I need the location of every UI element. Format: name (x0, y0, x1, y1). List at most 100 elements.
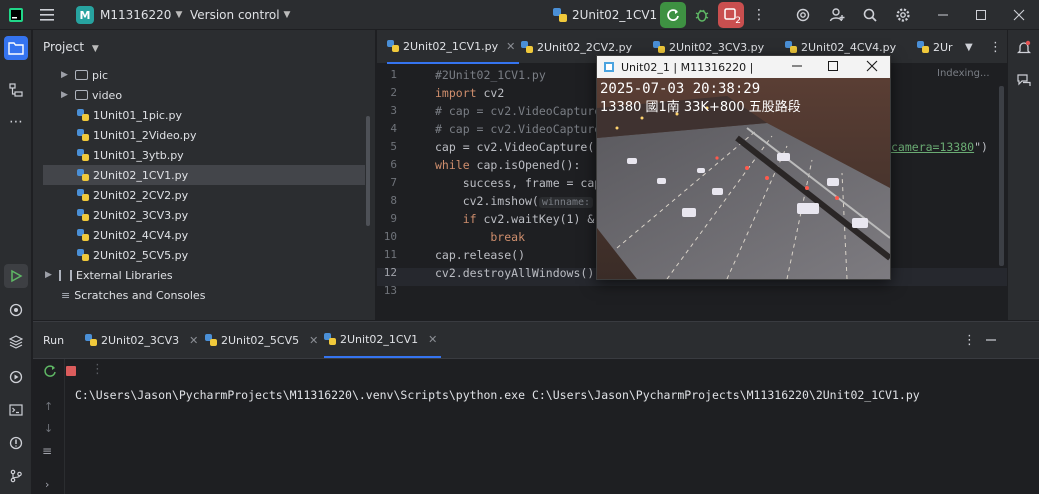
tree-file[interactable]: 2Unit02_2CV2.py (77, 185, 367, 205)
debug-tool-button[interactable] (4, 365, 28, 389)
python-file-icon (77, 168, 90, 182)
video-location-label: 13380 國1南 33K+800 五股路段 (600, 99, 801, 115)
project-panel: Project ▼ ▶ pic ▶ video 1Unit01_1pic.py … (33, 30, 375, 320)
vcs-menu[interactable]: Version control ▼ (190, 0, 290, 30)
app-logo-icon[interactable] (8, 0, 24, 30)
tree-item-label: video (92, 88, 123, 102)
console-output[interactable]: C:\Users\Jason\PycharmProjects\M11316220… (75, 388, 920, 402)
folder-icon (75, 70, 88, 80)
minimize-icon[interactable] (789, 58, 805, 74)
close-icon[interactable] (864, 58, 880, 74)
close-tab-icon[interactable]: ✕ (428, 333, 437, 346)
main-menu-icon[interactable] (40, 0, 54, 30)
git-tool-button[interactable] (4, 464, 28, 488)
left-tool-strip: ⋯ (0, 30, 32, 494)
python-file-icon (653, 40, 666, 54)
rerun-icon[interactable] (43, 364, 57, 381)
python-file-icon (205, 333, 218, 347)
video-window-titlebar[interactable]: Unit02_1 | M11316220 | (597, 56, 890, 78)
tree-file[interactable]: 2Unit02_3CV3.py (77, 205, 367, 225)
tree-file[interactable]: 1Unit01_2Video.py (77, 125, 367, 145)
close-icon[interactable] (1006, 2, 1032, 28)
problems-tool-button[interactable] (4, 431, 28, 455)
line-number: 4 (390, 122, 397, 135)
line-number: 3 (390, 104, 397, 117)
tab-2unit02-1cv1[interactable]: 2Unit02_1CV1.py ✕ (387, 30, 520, 64)
tree-file[interactable]: 2Unit02_4CV4.py (77, 225, 367, 245)
opencv-video-window[interactable]: Unit02_1 | M11316220 | 2025-07-03 20:38:… (596, 55, 891, 280)
project-panel-header[interactable]: Project ▼ (43, 40, 99, 54)
tree-folder-pic[interactable]: ▶ pic (61, 65, 361, 85)
project-badge: M (76, 6, 94, 24)
arrow-down-icon[interactable]: ↓ (44, 422, 53, 435)
rerun-button[interactable] (660, 2, 686, 28)
video-timestamp: 2025-07-03 20:38:29 (600, 81, 760, 97)
stop-button[interactable]: 2 (718, 2, 744, 28)
line-number: 10 (383, 230, 397, 243)
chevron-down-icon: ▼ (175, 10, 183, 20)
debug-button[interactable] (689, 2, 715, 28)
soft-wrap-icon[interactable]: ≡ (42, 444, 52, 458)
tree-file[interactable]: 1Unit01_1pic.py (77, 105, 367, 125)
more-options-icon[interactable]: ⋮ (963, 322, 976, 358)
notifications-icon[interactable] (1012, 36, 1036, 60)
tree-folder-video[interactable]: ▶ video (61, 85, 361, 105)
ai-assistant-icon[interactable] (790, 2, 816, 28)
run-tab-1cv1[interactable]: 2Unit02_1CV1 ✕ (324, 322, 442, 358)
close-tab-icon[interactable]: ✕ (506, 40, 515, 53)
ai-chat-icon[interactable] (1012, 68, 1036, 92)
tab-2unit02-5cv5-truncated[interactable]: 2Ur (917, 30, 953, 64)
chevron-right-icon[interactable]: › (45, 478, 49, 491)
tree-file[interactable]: 1Unit01_3ytb.py (77, 145, 367, 165)
highway-camera-image: 2025-07-03 20:38:29 13380 國1南 33K+800 五股… (597, 78, 890, 279)
tree-external-libraries[interactable]: ▶ External Libraries (45, 265, 365, 285)
structure-tool-button[interactable] (4, 78, 28, 102)
maximize-icon[interactable] (968, 2, 994, 28)
tree-item-label: External Libraries (76, 268, 173, 282)
run-tab-5cv5[interactable]: 2Unit02_5CV5 ✕ (205, 322, 318, 358)
code-line: while cap.isOpened(): (435, 158, 581, 172)
python-file-icon (77, 148, 90, 162)
project-tool-button[interactable] (4, 36, 28, 60)
add-user-icon[interactable] (824, 2, 850, 28)
maximize-icon[interactable] (825, 58, 841, 74)
tree-item-label: 2Unit02_3CV3.py (93, 208, 189, 222)
folder-icon (75, 90, 88, 100)
hide-panel-icon[interactable] (985, 322, 997, 358)
more-tools-icon[interactable]: ⋯ (4, 110, 28, 134)
services-button[interactable] (4, 330, 28, 354)
run-panel-header: Run 2Unit02_3CV3 ✕ 2Unit02_5CV5 ✕ 2Unit0… (33, 322, 1039, 358)
editor-scrollbar[interactable] (999, 86, 1004, 266)
tree-file-selected[interactable]: 2Unit02_1CV1.py (43, 165, 365, 185)
python-file-icon (521, 40, 534, 54)
search-icon[interactable] (857, 2, 883, 28)
vcs-label: Version control (190, 8, 280, 22)
settings-gear-icon[interactable] (890, 2, 916, 28)
project-switcher[interactable]: M M11316220 ▼ (76, 0, 182, 30)
run-tool-button[interactable] (4, 264, 28, 288)
more-tabs-icon[interactable]: ⋮ (989, 30, 1002, 64)
project-name: M11316220 (100, 8, 172, 22)
tree-file[interactable]: 2Unit02_5CV5.py (77, 245, 367, 265)
tree-item-label: 1Unit01_3ytb.py (93, 148, 184, 162)
python-file-icon (77, 108, 90, 122)
close-tab-icon[interactable]: ✕ (189, 334, 198, 347)
tab-list-dropdown[interactable]: ▼ (965, 30, 973, 64)
run-icon (11, 269, 23, 283)
tab-label: 2Unit02_1CV1.py (403, 39, 499, 53)
terminal-tool-button[interactable] (4, 398, 28, 422)
run-config-selector[interactable]: 2Unit02_1CV1 ▼ (552, 0, 668, 30)
python-packages-button[interactable] (4, 298, 28, 322)
minimize-icon[interactable] (930, 2, 956, 28)
stop-icon[interactable] (66, 366, 76, 376)
run-tab-3cv3[interactable]: 2Unit02_3CV3 ✕ (85, 322, 198, 358)
python-file-icon (85, 333, 98, 347)
arrow-up-icon[interactable]: ↑ (44, 400, 53, 413)
run-panel-title: Run (43, 322, 64, 358)
more-actions-icon[interactable]: ⋮ (746, 2, 772, 28)
tree-scratches[interactable]: ≡ Scratches and Consoles (61, 285, 361, 305)
divider (33, 358, 1039, 359)
close-tab-icon[interactable]: ✕ (309, 334, 318, 347)
tree-item-label: 1Unit01_2Video.py (93, 128, 197, 142)
more-options-icon[interactable]: ⋮ (91, 362, 104, 377)
